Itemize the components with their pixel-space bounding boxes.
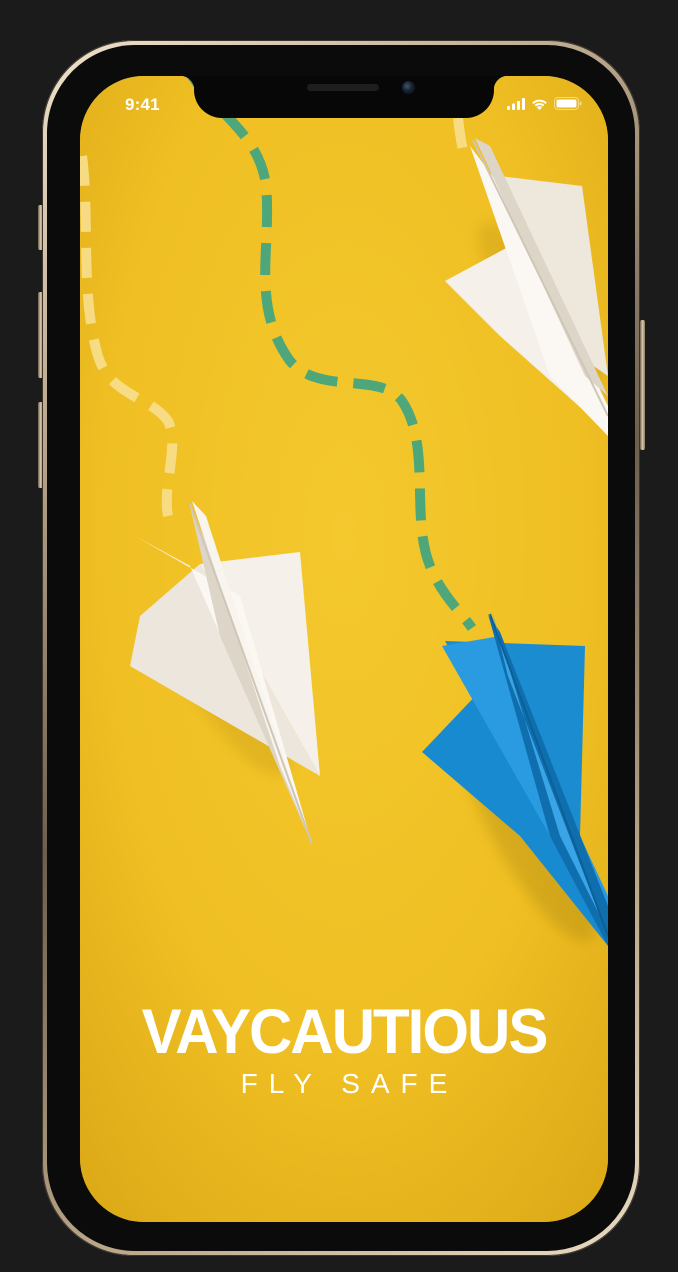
wifi-icon	[531, 98, 548, 110]
earpiece-speaker	[307, 84, 379, 91]
signal-icon	[507, 97, 525, 110]
app-logo-wordmark: VAYCAUTIOUS	[141, 996, 549, 1067]
device-stage: 9:41 VAYCAUTIOUS FLY SAFE	[0, 0, 678, 1272]
app-tagline: FLY SAFE	[240, 1068, 459, 1099]
power-button	[640, 320, 645, 450]
display-notch	[180, 76, 508, 118]
status-icons	[507, 97, 582, 110]
status-time: 9:41	[125, 95, 160, 114]
front-camera	[402, 81, 415, 94]
battery-icon	[554, 97, 582, 110]
app-screen[interactable]: 9:41 VAYCAUTIOUS FLY SAFE	[80, 76, 608, 1222]
